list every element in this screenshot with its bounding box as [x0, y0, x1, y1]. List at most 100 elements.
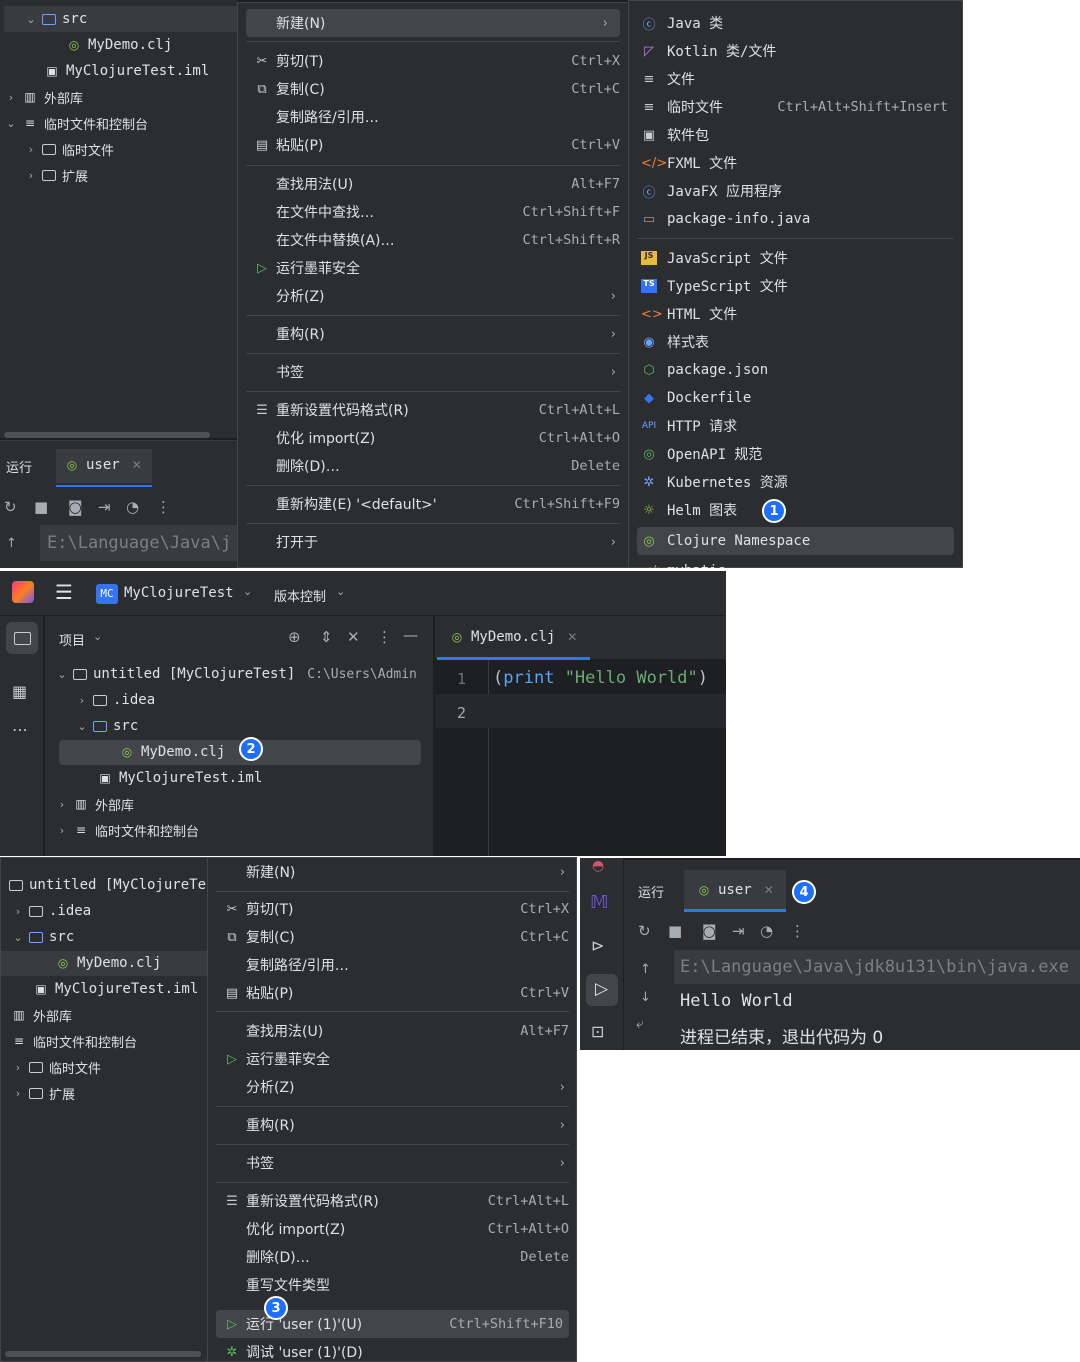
run-tab-user[interactable]: ◎ user ✕ — [696, 882, 774, 898]
menu-optimize-imports[interactable]: 优化 import(Z) Ctrl+Alt+O — [208, 1215, 576, 1243]
submenu-typescript[interactable]: TS TypeScript 文件 — [629, 272, 962, 300]
submenu-clojure-namespace[interactable]: ◎ Clojure Namespace — [637, 527, 954, 555]
menu-run-security[interactable]: ▷ 运行墨菲安全 — [238, 254, 628, 282]
submenu-dockerfile[interactable]: ◆ Dockerfile — [629, 384, 962, 412]
submenu-java-class[interactable]: ⓒ Java 类 — [629, 9, 962, 37]
submenu-html[interactable]: <> HTML 文件 — [629, 300, 962, 328]
tree-item-iml[interactable]: ▣ MyClojureTest.iml — [97, 765, 262, 791]
tree-item-idea[interactable]: › .idea — [11, 898, 91, 924]
tree-item-scratches[interactable]: ≡ 临时文件和控制台 — [11, 1028, 137, 1054]
exit-icon[interactable]: ⇥ — [98, 498, 111, 516]
menu-find-usages[interactable]: 查找用法(U) Alt+F7 — [238, 170, 628, 198]
exit-icon[interactable]: ⇥ — [732, 922, 745, 940]
tree-item-mydemo[interactable]: ◎ MyDemo.clj — [55, 950, 162, 976]
more-tools-icon[interactable]: ⋯ — [12, 720, 28, 739]
structure-icon[interactable]: ▦ — [12, 682, 27, 701]
scroll-down-icon[interactable]: ↓ — [640, 990, 651, 1005]
submenu-mybatis[interactable]: </>mybatis — [629, 557, 962, 568]
submenu-helm[interactable]: ☼ Helm 图表 — [629, 496, 962, 524]
tree-item-mydemo[interactable]: ◎ MyDemo.clj — [66, 32, 173, 58]
gauge-icon[interactable]: ◔ — [760, 922, 773, 940]
menu-replace-in-files[interactable]: 在文件中替换(A)… Ctrl+Shift+R — [238, 226, 628, 254]
tree-item-src[interactable]: ⌄ src — [75, 713, 138, 739]
main-menu-icon[interactable]: ☰ — [55, 580, 73, 604]
menu-new[interactable]: 新建(N) › — [246, 9, 620, 37]
submenu-kotlin[interactable]: ◸ Kotlin 类/文件 — [629, 37, 962, 65]
menu-run-security[interactable]: ▷ 运行墨菲安全 — [208, 1045, 576, 1073]
submenu-javafx[interactable]: ⓒ JavaFX 应用程序 — [629, 177, 962, 205]
services-icon[interactable]: ⊳ — [591, 936, 604, 955]
run-tab-user[interactable]: ◎ user ✕ — [64, 457, 142, 473]
tree-item-iml[interactable]: ▣ MyClojureTest.iml — [44, 58, 209, 84]
submenu-file[interactable]: ≡ 文件 — [629, 65, 962, 93]
menu-bookmarks[interactable]: 书签 › — [208, 1149, 576, 1177]
tree-item-src[interactable]: ⌄ src — [24, 6, 87, 32]
close-icon[interactable]: ✕ — [764, 883, 774, 897]
terminal-icon[interactable]: ⊡ — [591, 1022, 604, 1041]
tree-item-external-libs[interactable]: › ▥ 外部库 — [55, 791, 134, 817]
menu-copy[interactable]: ⧉ 复制(C) Ctrl+C — [238, 75, 628, 103]
submenu-javascript[interactable]: JS JavaScript 文件 — [629, 244, 962, 272]
menu-debug-user[interactable]: ✲ 调试 'user (1)'(D) — [208, 1338, 576, 1362]
stop-icon[interactable]: ■ — [34, 498, 48, 516]
vcs-menu[interactable]: 版本控制 — [274, 586, 326, 605]
submenu-http[interactable]: API HTTP 请求 — [629, 412, 962, 440]
menu-optimize-imports[interactable]: 优化 import(Z) Ctrl+Alt+O — [238, 424, 628, 452]
editor-tab-mydemo[interactable]: ◎ MyDemo.clj ✕ — [449, 629, 578, 645]
tree-root[interactable]: untitled [MyClojureTe — [9, 872, 206, 898]
menu-delete[interactable]: 删除(D)… Delete — [238, 452, 628, 480]
scroll-up-icon[interactable]: ↑ — [640, 962, 651, 977]
menu-analyze[interactable]: 分析(Z) › — [238, 282, 628, 310]
tree-item-external-libs[interactable]: › ▥ 外部库 — [4, 84, 83, 110]
tree-item-mydemo[interactable]: ◎ MyDemo.clj — [119, 739, 226, 765]
submenu-package-json[interactable]: ⬡ package.json — [629, 356, 962, 384]
menu-open-in[interactable]: 打开于 › — [238, 528, 628, 556]
menu-paste[interactable]: ▤ 粘贴(P) Ctrl+V — [238, 131, 628, 159]
tree-item-src[interactable]: ⌄ src — [11, 924, 74, 950]
menu-copy-path[interactable]: 复制路径/引用… — [238, 103, 628, 131]
submenu-package-info[interactable]: ▭ package-info.java — [629, 205, 962, 233]
tree-root[interactable]: ⌄ untitled [MyClojureTest] C:\Users\Admin — [55, 661, 416, 687]
stop-icon[interactable]: ■ — [668, 922, 682, 940]
tree-item-scratches[interactable]: ⌄ ≡ 临时文件和控制台 — [4, 110, 148, 136]
tree-item-scratch-files[interactable]: › 临时文件 — [11, 1054, 101, 1080]
menu-reformat[interactable]: ☰ 重新设置代码格式(R) Ctrl+Alt+L — [238, 396, 628, 424]
menu-rebuild[interactable]: 重新构建(E) '<default>' Ctrl+Shift+F9 — [238, 490, 628, 518]
menu-reformat[interactable]: ☰ 重新设置代码格式(R) Ctrl+Alt+L — [208, 1187, 576, 1215]
project-tool-button[interactable] — [6, 622, 38, 654]
menu-new[interactable]: 新建(N) › — [208, 858, 576, 886]
tree-item-scratch-files[interactable]: › 临时文件 — [24, 136, 114, 162]
tree-item-scratches[interactable]: › ≡ 临时文件和控制台 — [55, 817, 199, 843]
menu-copy[interactable]: ⧉ 复制(C) Ctrl+C — [208, 923, 576, 951]
menu-override-file-type[interactable]: 重写文件类型 — [208, 1271, 576, 1299]
collapse-icon[interactable]: ✕ — [347, 628, 360, 646]
more-icon[interactable]: ⋮ — [377, 628, 392, 646]
plugin-icon[interactable]: ◓ — [592, 858, 604, 874]
more-icon[interactable]: ⋮ — [790, 922, 805, 940]
tree-item-external-libs[interactable]: ▥ 外部库 — [11, 1002, 72, 1028]
code-line-1[interactable]: (print "Hello World") — [493, 668, 708, 688]
expand-icon[interactable]: ⇕ — [320, 628, 333, 646]
submenu-fxml[interactable]: </> FXML 文件 — [629, 149, 962, 177]
menu-paste[interactable]: ▤ 粘贴(P) Ctrl+V — [208, 979, 576, 1007]
soft-wrap-icon[interactable]: ⤶ — [636, 1016, 644, 1032]
tree-item-extensions[interactable]: › 扩展 — [11, 1080, 75, 1106]
tree-item-extensions[interactable]: › 扩展 — [24, 162, 88, 188]
camera-icon[interactable]: ◙ — [702, 922, 717, 940]
camera-icon[interactable]: ◙ — [68, 498, 83, 516]
tree-item-idea[interactable]: › .idea — [75, 687, 155, 713]
submenu-scratch-file[interactable]: ≡ 临时文件 Ctrl+Alt+Shift+Insert — [629, 93, 962, 121]
project-name[interactable]: MyClojureTest — [124, 585, 234, 601]
run-tool-button[interactable]: ▷ — [586, 974, 618, 1006]
menu-cut[interactable]: ✂ 剪切(T) Ctrl+X — [208, 895, 576, 923]
menu-find-usages[interactable]: 查找用法(U) Alt+F7 — [208, 1017, 576, 1045]
scroll-up-icon[interactable]: ↑ — [6, 536, 17, 551]
menu-find-in-files[interactable]: 在文件中查找… Ctrl+Shift+F — [238, 198, 628, 226]
menu-delete[interactable]: 删除(D)… Delete — [208, 1243, 576, 1271]
menu-cut[interactable]: ✂ 剪切(T) Ctrl+X — [238, 47, 628, 75]
close-icon[interactable]: ✕ — [567, 630, 577, 644]
horizontal-scrollbar[interactable] — [4, 432, 210, 438]
menu-copy-path[interactable]: 复制路径/引用… — [208, 951, 576, 979]
menu-analyze[interactable]: 分析(Z) › — [208, 1073, 576, 1101]
rerun-icon[interactable]: ↻ — [638, 922, 651, 940]
